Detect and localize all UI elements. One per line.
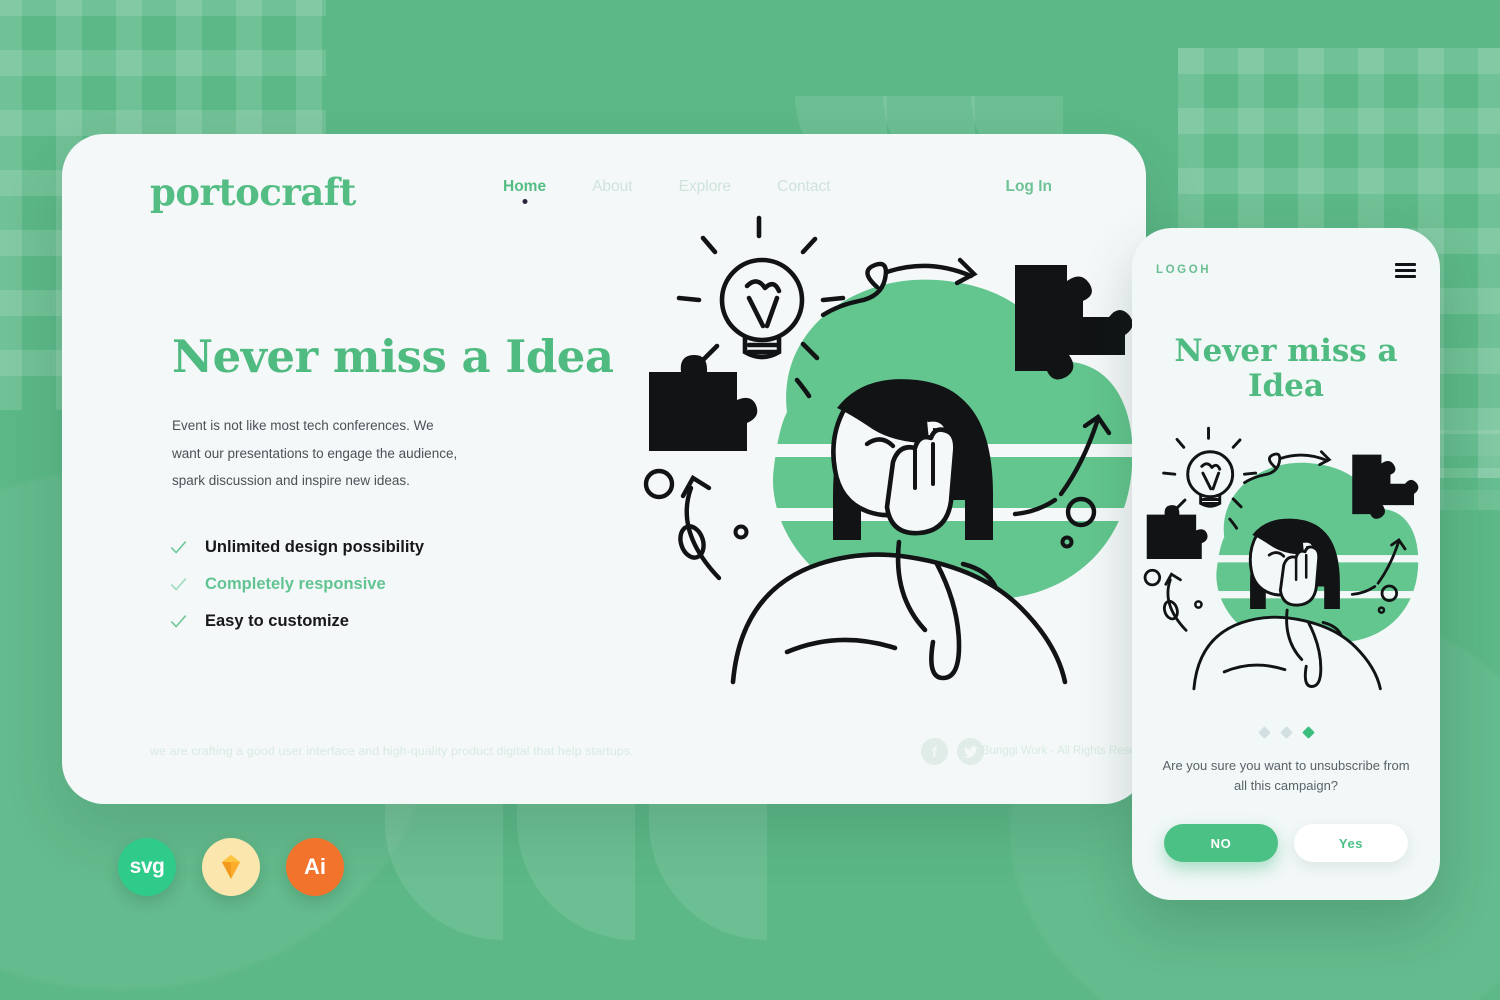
check-icon xyxy=(170,578,187,591)
nav-active-dot-icon xyxy=(522,199,528,204)
mobile-logo[interactable]: LOGOH xyxy=(1156,264,1211,276)
checklist-item: Unlimited design possibility xyxy=(170,529,424,566)
brand-logo[interactable]: portocraft xyxy=(150,170,356,214)
nav-item-about[interactable]: About xyxy=(588,178,637,196)
no-button[interactable]: NO xyxy=(1164,824,1278,862)
check-icon xyxy=(170,541,187,554)
checklist-item: Easy to customize xyxy=(170,603,424,640)
sketch-badge[interactable] xyxy=(202,838,260,896)
woman-thinking-illustration xyxy=(1143,426,1427,691)
circle-icon xyxy=(1194,600,1203,609)
format-badges: svg Ai xyxy=(118,838,344,896)
carousel-dot[interactable] xyxy=(1279,726,1293,739)
checklist-item: Completely responsive xyxy=(170,566,424,603)
nav-item-home-label: Home xyxy=(503,178,547,195)
carousel-dot-active[interactable] xyxy=(1301,726,1315,739)
mobile-hero-title-line2: Idea xyxy=(1248,368,1324,405)
dialog-actions: NO Yes xyxy=(1164,824,1408,862)
mobile-hero-title: Never miss a Idea xyxy=(1132,333,1440,405)
svg-badge[interactable]: svg xyxy=(118,838,176,896)
puzzle-piece-icon xyxy=(649,354,758,451)
hamburger-menu-icon[interactable] xyxy=(1395,263,1416,278)
puzzle-piece-icon xyxy=(1146,505,1208,560)
twitter-icon[interactable] xyxy=(957,738,984,765)
desktop-footer: we are crafting a good user interface an… xyxy=(62,718,1146,804)
desktop-mockup-card: portocraft Home About Explore Contact Lo… xyxy=(62,134,1146,804)
nav-item-explore[interactable]: Explore xyxy=(675,178,736,196)
illustrator-badge[interactable]: Ai xyxy=(286,838,344,896)
twitter-bird-glyph xyxy=(963,745,978,757)
carousel-dot[interactable] xyxy=(1257,726,1271,739)
login-button[interactable]: Log In xyxy=(1006,178,1053,196)
carousel-indicator[interactable] xyxy=(1132,726,1440,739)
circle-icon xyxy=(643,468,675,500)
circle-icon xyxy=(733,524,749,540)
nav-item-contact[interactable]: Contact xyxy=(773,178,834,196)
social-links: f xyxy=(921,738,984,765)
background-quote-shape-bottom xyxy=(385,800,767,950)
facebook-icon[interactable]: f xyxy=(921,738,948,765)
mobile-hero-title-line1: Never miss a xyxy=(1174,333,1398,369)
footer-copyright: Bunggi Work - All Rights Reserved xyxy=(981,745,1146,757)
hero-paragraph: Event is not like most tech conferences.… xyxy=(172,418,458,489)
sketch-diamond-icon xyxy=(222,855,240,879)
yes-button[interactable]: Yes xyxy=(1294,824,1408,862)
feature-checklist: Unlimited design possibility Completely … xyxy=(170,529,424,640)
nav-links: Home About Explore Contact xyxy=(499,178,835,204)
circle-icon xyxy=(1143,568,1162,587)
check-icon xyxy=(170,615,187,628)
checklist-item-label: Completely responsive xyxy=(205,575,386,593)
woman-thinking-illustration xyxy=(643,215,1146,685)
checklist-item-label: Unlimited design possibility xyxy=(205,538,425,556)
mobile-mockup-card: LOGOH Never miss a Idea Are you sure you… xyxy=(1132,228,1440,900)
nav-item-home[interactable]: Home xyxy=(499,178,550,204)
hero-title: Never miss a Idea xyxy=(172,330,614,383)
footer-tagline: we are crafting a good user interface an… xyxy=(150,744,634,758)
checklist-item-label: Easy to customize xyxy=(205,612,349,630)
unsubscribe-question: Are you sure you want to unsubscribe fro… xyxy=(1162,758,1410,793)
